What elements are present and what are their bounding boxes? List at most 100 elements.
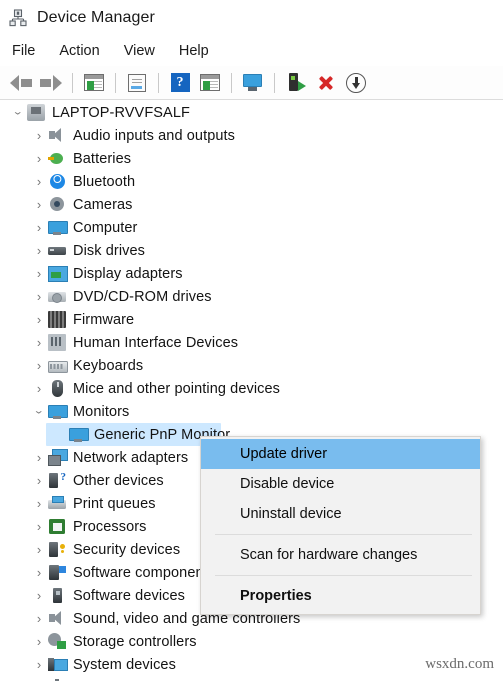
keyboard-icon: [48, 357, 68, 374]
tree-row[interactable]: › Computer: [0, 216, 503, 239]
chevron-right-icon[interactable]: ›: [30, 290, 48, 304]
tree-row[interactable]: ›Universal Serial Bus controllers: [0, 676, 503, 681]
tree-row[interactable]: › Audio inputs and outputs: [0, 124, 503, 147]
toolbar-separator: [231, 72, 232, 93]
toolbar-separator: [72, 72, 73, 93]
uninstall-device-button[interactable]: [312, 70, 340, 96]
software-component-icon: [48, 564, 66, 581]
chevron-right-icon[interactable]: ›: [30, 198, 48, 212]
tree-row[interactable]: › Human Interface Devices: [0, 331, 503, 354]
chevron-right-icon[interactable]: ›: [30, 221, 48, 235]
chevron-down-icon[interactable]: ⌄: [30, 406, 48, 417]
tree-row[interactable]: › DVD/CD-ROM drives: [0, 285, 503, 308]
chevron-right-icon[interactable]: ›: [30, 589, 48, 603]
print-queue-icon: [48, 495, 66, 512]
properties-icon: [128, 73, 146, 92]
tree-row-label: Disk drives: [73, 242, 145, 259]
tree-row[interactable]: › Mice and other pointing devices: [0, 377, 503, 400]
show-hide-console-tree-icon: [84, 74, 104, 91]
tree-row-label: System devices: [73, 656, 176, 673]
hid-icon: [48, 334, 66, 351]
menu-help[interactable]: Help: [177, 41, 220, 61]
software-device-icon: [48, 587, 66, 604]
chevron-right-icon[interactable]: ›: [30, 382, 48, 396]
chevron-right-icon[interactable]: ›: [30, 612, 48, 626]
tree-row-label: Batteries: [73, 150, 132, 167]
enable-device-button[interactable]: [282, 70, 310, 96]
context-menu-item-label: Properties: [240, 588, 312, 604]
chevron-right-icon[interactable]: ›: [30, 497, 48, 511]
update-driver-icon: [200, 74, 220, 91]
firmware-icon: [48, 311, 66, 328]
chevron-right-icon[interactable]: ›: [30, 359, 48, 373]
forward-button[interactable]: [37, 70, 65, 96]
properties-button[interactable]: [123, 70, 151, 96]
tree-row[interactable]: › Batteries: [0, 147, 503, 170]
tree-row[interactable]: › Cameras: [0, 193, 503, 216]
scan-hardware-changes-button[interactable]: [239, 70, 267, 96]
mouse-icon: [48, 380, 66, 397]
dvd-drive-icon: [48, 288, 66, 305]
toolbar-separator: [115, 72, 116, 93]
back-arrow-icon: [10, 74, 32, 91]
tree-row[interactable]: ⌄ Monitors: [0, 400, 503, 423]
chevron-right-icon[interactable]: ›: [30, 336, 48, 350]
ctx-uninstall-device[interactable]: Uninstall device: [201, 499, 480, 529]
system-device-icon: [48, 656, 68, 673]
tree-row[interactable]: › Firmware: [0, 308, 503, 331]
bluetooth-icon: [48, 173, 66, 190]
tree-row[interactable]: › Disk drives: [0, 239, 503, 262]
tree-row[interactable]: › Keyboards: [0, 354, 503, 377]
disable-device-icon: [346, 72, 366, 93]
menu-file[interactable]: File: [10, 41, 46, 61]
tree-row-label: LAPTOP-RVVFSALF: [52, 104, 190, 121]
other-device-icon: [48, 471, 66, 489]
chevron-down-icon[interactable]: ⌄: [9, 107, 27, 118]
tree-row[interactable]: ⌄ LAPTOP-RVVFSALF: [0, 101, 503, 124]
chevron-right-icon[interactable]: ›: [30, 175, 48, 189]
chevron-right-icon[interactable]: ›: [30, 451, 48, 465]
toolbar-separator: [274, 72, 275, 93]
tree-row[interactable]: › Bluetooth: [0, 170, 503, 193]
ctx-disable-device[interactable]: Disable device: [201, 469, 480, 499]
uninstall-device-icon: [316, 73, 336, 93]
context-menu-separator: [215, 575, 472, 576]
menu-action[interactable]: Action: [57, 41, 110, 61]
chevron-right-icon[interactable]: ›: [30, 474, 48, 488]
tree-row-label: Other devices: [73, 472, 164, 489]
chevron-right-icon[interactable]: ›: [30, 543, 48, 557]
ctx-update-driver[interactable]: Update driver: [201, 439, 480, 469]
show-hide-console-tree-button[interactable]: [80, 70, 108, 96]
storage-controller-icon: [48, 633, 66, 650]
update-driver-button[interactable]: [196, 70, 224, 96]
help-button[interactable]: ?: [166, 70, 194, 96]
context-menu-item-label: Update driver: [240, 446, 328, 462]
chevron-right-icon[interactable]: ›: [30, 313, 48, 327]
tree-row-label: Display adapters: [73, 265, 183, 282]
chevron-right-icon[interactable]: ›: [30, 635, 48, 649]
chevron-right-icon[interactable]: ›: [30, 129, 48, 143]
tree-row-label: Monitors: [73, 403, 130, 420]
ctx-properties[interactable]: Properties: [201, 581, 480, 611]
tree-row-label: Audio inputs and outputs: [73, 127, 236, 144]
menu-view[interactable]: View: [122, 41, 166, 61]
chevron-right-icon[interactable]: ›: [30, 152, 48, 166]
disk-drive-icon: [48, 242, 66, 259]
tree-row[interactable]: › Storage controllers: [0, 630, 503, 653]
device-manager-window: Device Manager File Action View Help ? ⌄…: [0, 0, 503, 681]
tree-row-label: Storage controllers: [73, 633, 197, 650]
tree-row[interactable]: › Display adapters: [0, 262, 503, 285]
context-menu-item-label: Scan for hardware changes: [240, 547, 418, 563]
disable-device-button[interactable]: [342, 70, 370, 96]
chevron-right-icon[interactable]: ›: [30, 566, 48, 580]
tree-row-label: Computer: [73, 219, 138, 236]
tree-row-label: Print queues: [73, 495, 156, 512]
back-button[interactable]: [7, 70, 35, 96]
chevron-right-icon[interactable]: ›: [30, 520, 48, 534]
chevron-right-icon[interactable]: ›: [30, 244, 48, 258]
computer-icon: [48, 219, 68, 236]
context-menu[interactable]: Update driver Disable device Uninstall dev…: [200, 436, 481, 615]
chevron-right-icon[interactable]: ›: [30, 267, 48, 281]
chevron-right-icon[interactable]: ›: [30, 658, 48, 672]
ctx-scan-hardware[interactable]: Scan for hardware changes: [201, 540, 480, 570]
